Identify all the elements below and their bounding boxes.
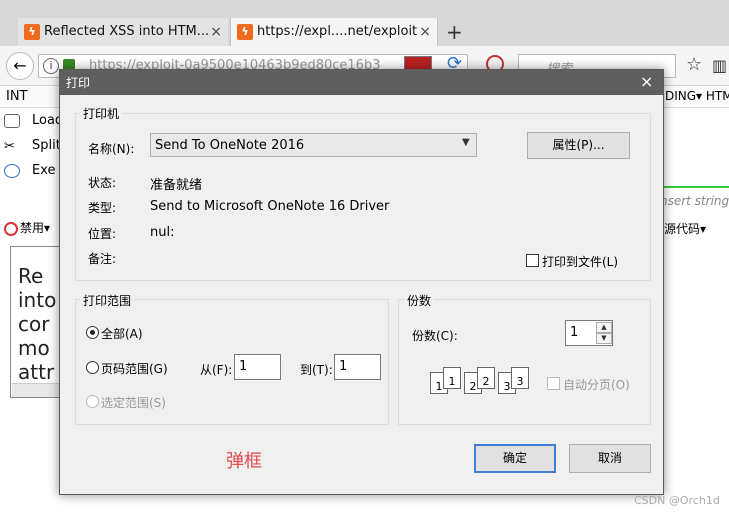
properties-button[interactable]: 属性(P)... [527, 132, 630, 159]
tab-exploit[interactable]: ϟ https://expl....net/exploit × [230, 18, 438, 46]
insert-string-placeholder: nsert string [660, 194, 729, 208]
tab-title: https://expl....net/exploit [257, 24, 418, 39]
printer-group-label: 打印机 [80, 105, 123, 122]
disable-icon [4, 221, 18, 236]
chevron-down-icon: ▼ [462, 137, 470, 148]
preview-text: mo [18, 336, 50, 360]
collate-label[interactable]: 自动分页(O) [563, 376, 630, 393]
range-selection-label[interactable]: 选定范围(S) [101, 394, 166, 411]
type-value: Send to Microsoft OneNote 16 Driver [150, 199, 390, 214]
watermark: CSDN @Orch1d [634, 494, 720, 507]
load-button[interactable]: Load [4, 113, 63, 128]
horizontal-scrollbar[interactable] [12, 383, 60, 397]
disable-menu[interactable]: 禁用▾ [4, 219, 50, 236]
dialog-titlebar[interactable] [60, 70, 663, 95]
tab-reflected-xss[interactable]: ϟ Reflected XSS into HTM... × [18, 18, 228, 46]
input-focus-line [660, 186, 729, 188]
copies-group [398, 299, 651, 425]
scissors-icon: ✂ [4, 138, 15, 154]
new-tab-button[interactable]: + [446, 20, 463, 44]
to-page-input[interactable]: 1 [334, 354, 381, 380]
status-value: 准备就绪 [150, 178, 203, 193]
printer-name-label: 名称(N): [88, 142, 135, 156]
close-icon[interactable]: × [640, 72, 653, 91]
range-selection-radio[interactable] [86, 395, 99, 408]
from-page-input[interactable]: 1 [234, 354, 281, 380]
range-pages-radio[interactable] [86, 361, 99, 374]
source-menu[interactable]: 源代码▾ [664, 220, 706, 237]
lightning-icon: ϟ [24, 24, 40, 40]
spin-up-icon[interactable]: ▲ [596, 322, 612, 333]
comment-label: 备注: [88, 252, 117, 266]
split-button[interactable]: ✂ Split [4, 138, 61, 154]
close-icon[interactable]: × [210, 18, 222, 46]
copies-label: 份数(C): [412, 329, 458, 343]
status-label: 状态: [88, 176, 117, 190]
preview-text: into [18, 288, 57, 312]
cancel-button[interactable]: 取消 [569, 444, 651, 473]
range-all-radio[interactable] [86, 326, 99, 339]
tab-title: Reflected XSS into HTM... [44, 24, 210, 39]
star-icon[interactable]: ☆ [686, 54, 702, 75]
where-label: 位置: [88, 227, 117, 241]
lightning-icon: ϟ [237, 24, 253, 40]
annotation-text: 弹框 [226, 451, 262, 472]
info-icon[interactable]: i [43, 58, 59, 74]
menu-encoding[interactable]: DING▾ HTM [665, 89, 729, 103]
from-label: 从(F): [200, 363, 233, 377]
preview-text: Re [18, 264, 44, 288]
preview-text: cor [18, 312, 50, 336]
printer-name-value: Send To OneNote 2016 [155, 138, 305, 153]
collate-page-icon: 2 [477, 367, 495, 389]
range-all-label[interactable]: 全部(A) [101, 325, 143, 342]
preview-text: attr [18, 360, 55, 384]
execute-button[interactable]: Exe [4, 163, 56, 178]
where-value: nul: [150, 225, 175, 240]
range-pages-label[interactable]: 页码范围(G) [101, 360, 168, 377]
collate-checkbox[interactable] [547, 377, 560, 390]
spin-down-icon[interactable]: ▼ [596, 333, 612, 344]
ok-button[interactable]: 确定 [474, 444, 556, 473]
collate-page-icon: 1 [443, 367, 461, 389]
back-arrow-icon[interactable]: ← [6, 52, 34, 80]
copies-group-label: 份数 [404, 292, 435, 309]
collate-page-icon: 3 [511, 367, 529, 389]
menu-int[interactable]: INT [6, 89, 28, 104]
dialog-title: 打印 [66, 76, 91, 90]
print-to-file-label[interactable]: 打印到文件(L) [542, 253, 618, 270]
print-range-label: 打印范围 [80, 292, 135, 309]
type-label: 类型: [88, 201, 117, 215]
print-to-file-checkbox[interactable] [526, 254, 539, 267]
close-icon[interactable]: × [419, 18, 431, 46]
load-icon [4, 113, 20, 128]
play-icon [4, 163, 20, 178]
library-icon[interactable]: ▥ [712, 56, 727, 75]
to-label: 到(T): [300, 363, 333, 377]
